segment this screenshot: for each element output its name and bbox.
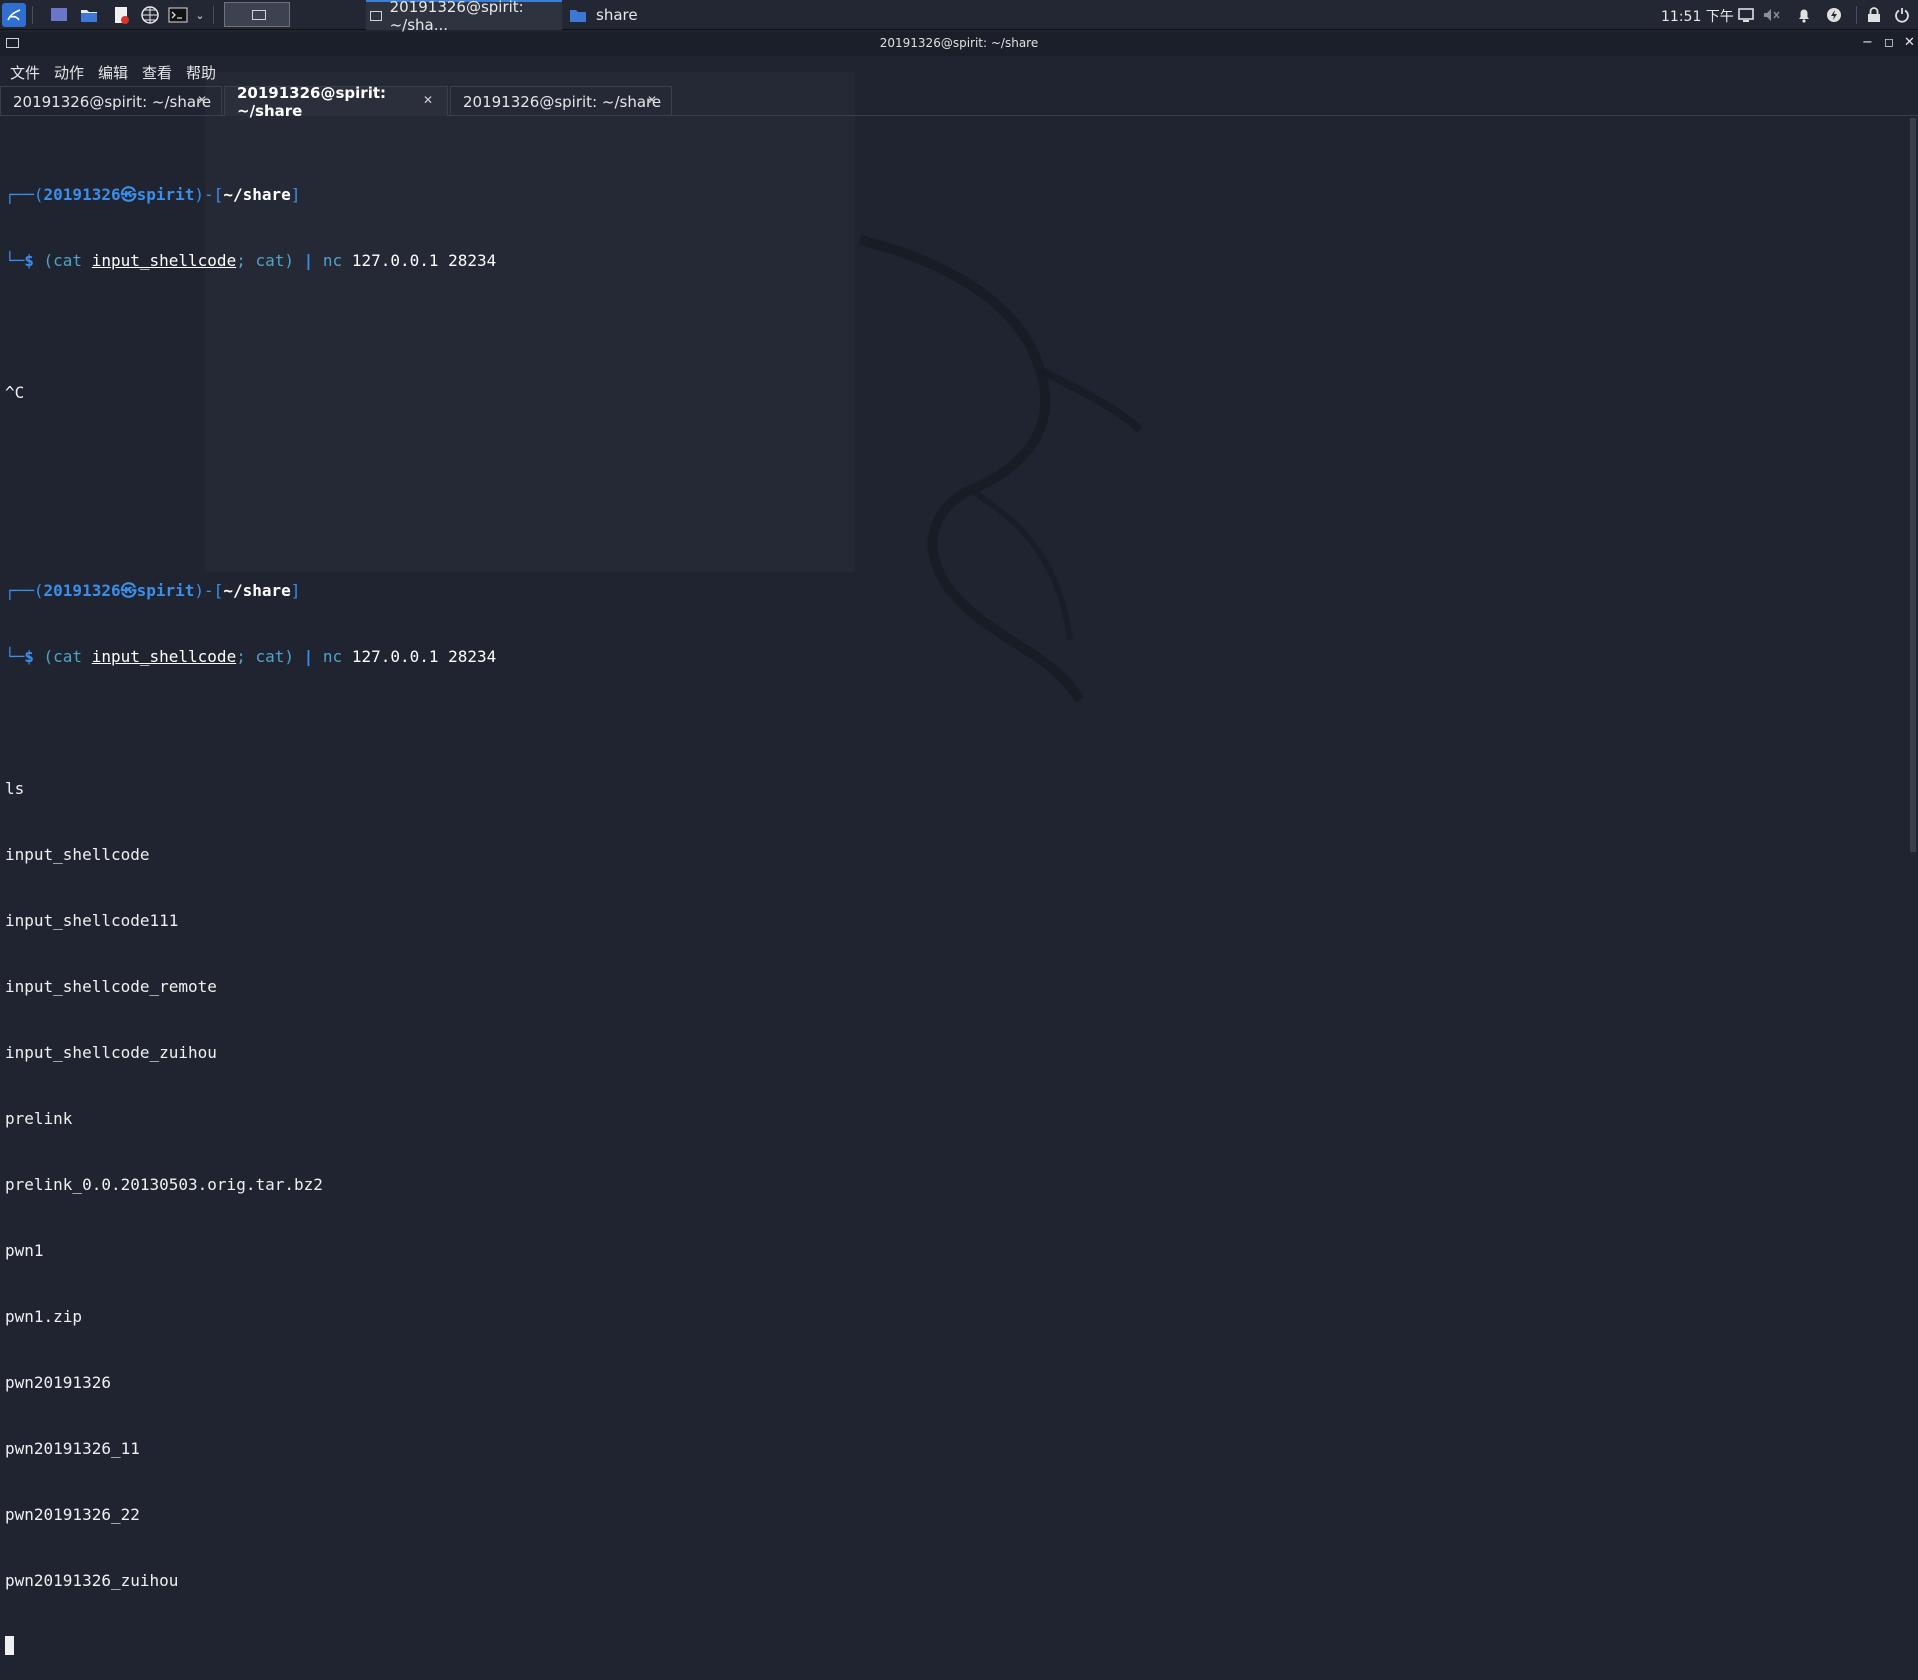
taskbar-terminal-button[interactable]: 20191326@spirit: ~/sha... xyxy=(366,0,562,34)
text-cursor xyxy=(5,1636,14,1655)
close-icon[interactable]: ✕ xyxy=(197,93,207,107)
command-line-2: └─$ (cat input_shellcode; cat) | nc 127.… xyxy=(5,647,497,666)
browser-icon[interactable] xyxy=(140,5,160,25)
taskbar-folder-button[interactable]: share xyxy=(570,0,670,30)
power-manager-icon[interactable] xyxy=(1824,5,1844,25)
tab-1[interactable]: 20191326@spirit: ~/share ✕ xyxy=(0,86,222,116)
taskbar-terminal-label: 20191326@spirit: ~/sha... xyxy=(389,0,524,34)
scrollbar-thumb[interactable] xyxy=(1910,118,1916,852)
terminal-icon xyxy=(370,11,382,21)
list-item: input_shellcode_zuihou xyxy=(5,1043,217,1062)
list-item: input_shellcode111 xyxy=(5,911,179,930)
chevron-down-icon[interactable]: ⌄ xyxy=(190,5,210,25)
list-item: prelink xyxy=(5,1109,73,1128)
list-item: pwn20191326_22 xyxy=(5,1505,140,1524)
maximize-button[interactable]: ◻ xyxy=(1884,35,1894,49)
list-item: pwn20191326 xyxy=(5,1373,111,1392)
tab-bar: 20191326@spirit: ~/share ✕ 20191326@spir… xyxy=(0,84,1918,120)
minimize-button[interactable]: − xyxy=(1862,35,1873,50)
window-title: 20191326@spirit: ~/share xyxy=(879,36,1039,50)
menu-file[interactable]: 文件 xyxy=(10,62,40,83)
prompt-line-2: ┌──(20191326㉿spirit)-[~/share] xyxy=(5,581,301,600)
notification-bell-icon[interactable] xyxy=(1794,5,1814,25)
close-icon[interactable]: ✕ xyxy=(647,93,657,107)
menu-help[interactable]: 帮助 xyxy=(186,62,216,83)
workspace-switcher[interactable] xyxy=(224,2,290,27)
command-line-1: └─$ (cat input_shellcode; cat) | nc 127.… xyxy=(5,251,497,270)
interrupt-line: ^C xyxy=(5,383,25,402)
lock-icon[interactable] xyxy=(1864,5,1884,25)
scrollbar[interactable] xyxy=(1910,118,1916,852)
close-icon[interactable]: ✕ xyxy=(423,93,433,107)
terminal-output[interactable]: ┌──(20191326㉿spirit)-[~/share] └─$ (cat … xyxy=(5,140,496,1680)
volume-muted-icon[interactable] xyxy=(1762,5,1782,25)
kali-menu-icon[interactable] xyxy=(2,3,26,27)
kali-dragon-wallpaper-icon xyxy=(858,235,1143,703)
menu-view[interactable]: 查看 xyxy=(142,62,172,83)
list-item: pwn1 xyxy=(5,1241,44,1260)
tab-label: 20191326@spirit: ~/share xyxy=(13,92,212,111)
terminal-icon xyxy=(252,10,266,20)
desktop-icon[interactable] xyxy=(49,5,69,25)
list-item: input_shellcode xyxy=(5,845,150,864)
list-item: prelink_0.0.20130503.orig.tar.bz2 xyxy=(5,1175,323,1194)
list-item: pwn1.zip xyxy=(5,1307,83,1326)
file-manager-icon[interactable] xyxy=(79,5,99,25)
menu-action[interactable]: 动作 xyxy=(54,62,84,83)
clock[interactable]: 11:51 下午 xyxy=(1661,6,1734,26)
folder-icon xyxy=(570,9,586,22)
menu-bar: 文件 动作 编辑 查看 帮助 xyxy=(0,58,1918,84)
ls-command-line: ls xyxy=(5,779,25,798)
list-item: pwn20191326_11 xyxy=(5,1439,140,1458)
list-item: input_shellcode_remote xyxy=(5,977,217,996)
menu-edit[interactable]: 编辑 xyxy=(98,62,128,83)
tab-label: 20191326@spirit: ~/share xyxy=(237,83,387,120)
close-button[interactable]: ✕ xyxy=(1904,35,1915,50)
tab-label: 20191326@spirit: ~/share xyxy=(463,92,662,111)
text-editor-icon[interactable] xyxy=(111,5,131,25)
logout-icon[interactable] xyxy=(1892,5,1912,25)
prompt-line-1: ┌──(20191326㉿spirit)-[~/share] xyxy=(5,185,301,204)
list-item: pwn20191326_zuihou xyxy=(5,1571,179,1590)
window-titlebar[interactable]: 20191326@spirit: ~/share − ◻ ✕ xyxy=(0,32,1918,56)
tab-2[interactable]: 20191326@spirit: ~/share ✕ xyxy=(224,84,448,120)
tab-3[interactable]: 20191326@spirit: ~/share ✕ xyxy=(450,86,672,116)
top-panel: ⌄ 20191326@spirit: ~/sha... share 11:51 … xyxy=(0,0,1918,34)
taskbar-folder-label: share xyxy=(596,6,638,24)
terminal-icon[interactable] xyxy=(168,5,188,25)
display-icon[interactable] xyxy=(1736,5,1756,25)
